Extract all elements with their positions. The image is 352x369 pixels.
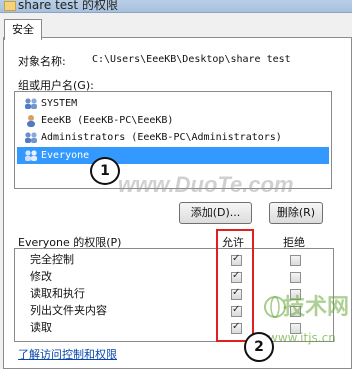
- permission-name: 列出文件夹内容: [30, 304, 107, 317]
- list-item-eeekb[interactable]: EeeKB (EeeKB-PC\EeeKB): [17, 112, 329, 129]
- tab-strip: 安全: [0, 13, 352, 40]
- permission-name: 完全控制: [30, 253, 74, 266]
- list-item-administrators[interactable]: Administrators (EeeKB-PC\Administrators): [17, 129, 329, 146]
- deny-full-control-checkbox[interactable]: [290, 255, 301, 266]
- folder-icon: [4, 1, 16, 11]
- permission-name: 读取: [30, 321, 52, 334]
- annotation-circle-2: 2: [244, 332, 274, 362]
- permission-name: 修改: [30, 270, 52, 283]
- deny-modify-checkbox[interactable]: [290, 272, 301, 283]
- user-group-icon: [25, 132, 37, 143]
- list-item-label: Everyone: [41, 150, 90, 161]
- list-item-label: SYSTEM: [41, 98, 78, 109]
- add-button[interactable]: 添加(D)...: [179, 202, 252, 224]
- user-icon: [27, 115, 35, 127]
- learn-access-control-link[interactable]: 了解访问控制和权限: [18, 346, 117, 362]
- group-user-list[interactable]: SYSTEM EeeKB (EeeKB-PC\EeeKB) Administra…: [14, 91, 332, 189]
- list-item-label: Administrators (EeeKB-PC\Administrators): [41, 132, 282, 143]
- allow-column-highlight: [216, 229, 254, 342]
- window-title: share test 的权限: [18, 0, 118, 12]
- object-name-label: 对象名称:: [18, 55, 66, 68]
- object-name-value: C:\Users\EeeKB\Desktop\share test: [92, 54, 291, 65]
- list-item-system[interactable]: SYSTEM: [17, 95, 329, 112]
- deny-list-folder-checkbox[interactable]: [290, 306, 301, 317]
- list-item-label: EeeKB (EeeKB-PC\EeeKB): [41, 115, 174, 126]
- deny-read-execute-checkbox[interactable]: [290, 289, 301, 300]
- annotation-circle-1: 1: [90, 157, 120, 185]
- permission-name: 读取和执行: [30, 287, 85, 300]
- tab-security[interactable]: 安全: [4, 19, 42, 40]
- remove-button[interactable]: 删除(R): [269, 202, 323, 224]
- user-group-icon: [25, 98, 37, 109]
- title-bar: share test 的权限: [0, 0, 352, 13]
- deny-read-checkbox[interactable]: [290, 323, 301, 334]
- user-group-icon: [25, 150, 37, 161]
- list-item-everyone[interactable]: Everyone: [17, 147, 329, 164]
